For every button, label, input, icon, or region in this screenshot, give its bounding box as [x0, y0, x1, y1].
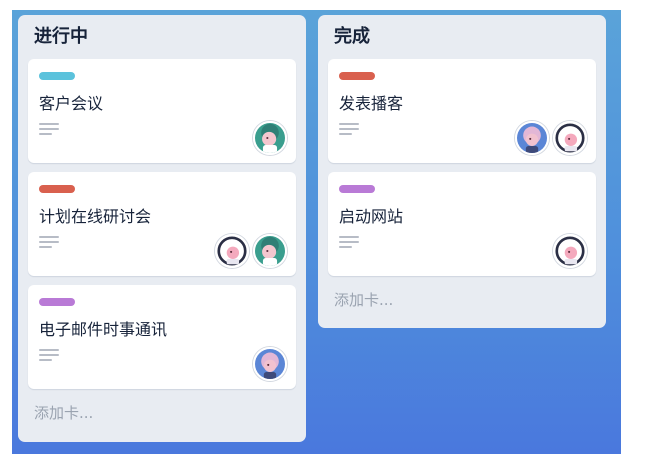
card-title: 计划在线研讨会: [39, 207, 152, 226]
card-publish-podcast[interactable]: 发表播客: [328, 59, 596, 163]
card-label[interactable]: [339, 72, 375, 80]
card-email-newsletter[interactable]: 电子邮件时事通讯: [28, 285, 296, 389]
member-avatar-icon[interactable]: [253, 347, 287, 381]
description-lines-icon: [339, 123, 359, 135]
list-in-progress: 进行中 客户会议 计划在线研讨会 电子邮件时事通讯 添加卡...: [18, 15, 306, 442]
card-label[interactable]: [39, 72, 75, 80]
card-label[interactable]: [39, 298, 75, 306]
member-avatar-icon[interactable]: [515, 121, 549, 155]
card-plan-webinar[interactable]: 计划在线研讨会: [28, 172, 296, 276]
list-title[interactable]: 完成: [328, 15, 596, 59]
member-avatar-icon[interactable]: [253, 234, 287, 268]
card-members: [215, 234, 287, 268]
add-card-button[interactable]: 添加卡...: [28, 398, 296, 434]
list-done: 完成 发表播客 启动网站 添加卡...: [318, 15, 606, 328]
add-card-button[interactable]: 添加卡...: [328, 285, 596, 321]
card-title: 发表播客: [339, 94, 404, 113]
card-launch-website[interactable]: 启动网站: [328, 172, 596, 276]
card-title: 电子邮件时事通讯: [39, 320, 168, 339]
card-client-meeting[interactable]: 客户会议: [28, 59, 296, 163]
card-members: [253, 121, 287, 155]
card-members: [515, 121, 587, 155]
description-lines-icon: [39, 123, 59, 135]
card-members: [253, 347, 287, 381]
card-label[interactable]: [339, 185, 375, 193]
member-avatar-icon[interactable]: [553, 121, 587, 155]
card-members: [553, 234, 587, 268]
board: 进行中 客户会议 计划在线研讨会 电子邮件时事通讯 添加卡... 完成 发表播客…: [12, 10, 621, 454]
description-lines-icon: [39, 236, 59, 248]
description-lines-icon: [39, 349, 59, 361]
description-lines-icon: [339, 236, 359, 248]
member-avatar-icon[interactable]: [253, 121, 287, 155]
member-avatar-icon[interactable]: [215, 234, 249, 268]
member-avatar-icon[interactable]: [553, 234, 587, 268]
card-title: 启动网站: [339, 207, 404, 226]
list-title[interactable]: 进行中: [28, 15, 296, 59]
card-label[interactable]: [39, 185, 75, 193]
card-title: 客户会议: [39, 94, 104, 113]
